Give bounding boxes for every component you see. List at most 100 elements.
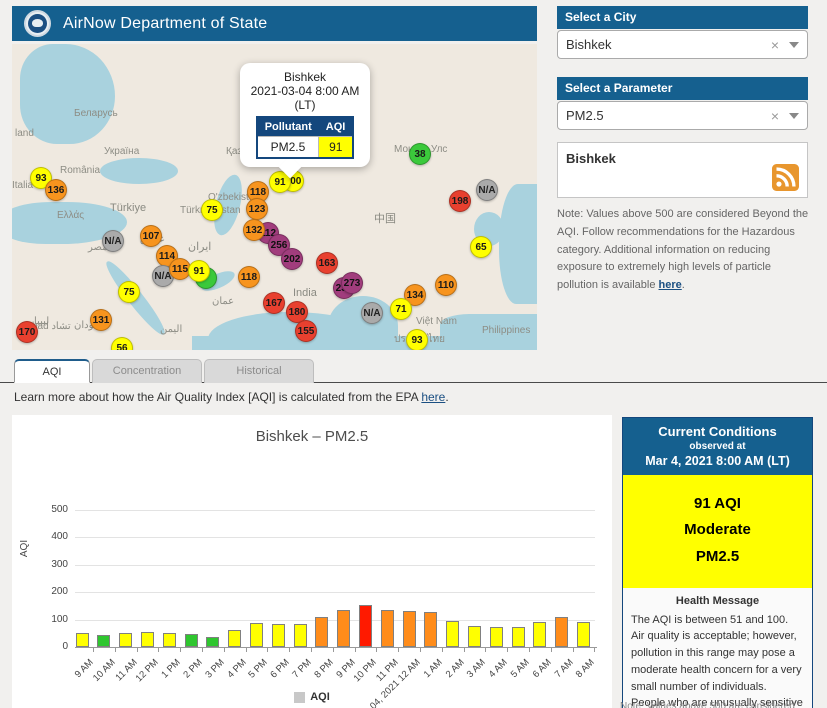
- tab-historical[interactable]: Historical: [204, 359, 314, 383]
- clear-parameter-icon[interactable]: ×: [771, 108, 779, 124]
- aqi-bar-3-am: [468, 626, 481, 647]
- aqi-bar-8-pm: [315, 617, 328, 647]
- map-marker-aqi[interactable]: 71: [390, 298, 412, 320]
- map-marker-aqi[interactable]: N/A: [476, 179, 498, 201]
- x-tick: [180, 648, 181, 652]
- aqi-bar-2-am: [446, 621, 459, 647]
- map-marker-aqi[interactable]: 75: [201, 199, 223, 221]
- x-tick: [246, 648, 247, 652]
- x-tick: [529, 648, 530, 652]
- x-tick: [398, 648, 399, 652]
- gridline: [75, 592, 595, 593]
- map-marker-aqi[interactable]: N/A: [361, 302, 383, 324]
- aqi-bar-1-pm: [163, 633, 176, 647]
- rss-icon[interactable]: [772, 164, 799, 191]
- map-marker-aqi[interactable]: 110: [435, 274, 457, 296]
- map-marker-aqi[interactable]: 65: [470, 236, 492, 258]
- map-marker-aqi[interactable]: 136: [45, 179, 67, 201]
- aqi-bar-7-am: [555, 617, 568, 647]
- clear-city-icon[interactable]: ×: [771, 37, 779, 53]
- aqi-bar-8-am: [577, 622, 590, 647]
- aqi-bar-chart: Bishkek – PM2.5 AQI 0100200300400500 9 A…: [12, 415, 612, 708]
- current-conditions-header: Current Conditions observed at Mar 4, 20…: [623, 418, 812, 475]
- aqi-bar-9-pm: [337, 610, 350, 647]
- health-message-title: Health Message: [631, 595, 804, 607]
- aqi-bar-6-am: [533, 622, 546, 647]
- cc-title: Current Conditions: [627, 424, 808, 439]
- map-marker-aqi[interactable]: 202: [281, 248, 303, 270]
- map-marker-aqi[interactable]: 131: [90, 309, 112, 331]
- map-place-label: Philippines: [482, 325, 530, 336]
- x-tick: [267, 648, 268, 652]
- aqi-bar-10-pm: [359, 605, 372, 647]
- view-tabs: AQIConcentrationHistorical: [14, 359, 314, 383]
- map-place-label: عمان: [212, 296, 234, 307]
- map-marker-aqi[interactable]: 118: [238, 266, 260, 288]
- popup-table: Pollutant AQI PM2.5 91: [256, 116, 355, 159]
- map-marker-aqi[interactable]: 75: [118, 281, 140, 303]
- water-baltic: [20, 44, 115, 144]
- y-tick-label: 300: [18, 559, 68, 570]
- x-tick: [376, 648, 377, 652]
- map-place-label: Україна: [104, 146, 139, 157]
- cc-category: Moderate: [627, 517, 808, 543]
- gridline: [75, 510, 595, 511]
- aqi-bar-2-pm: [185, 634, 198, 647]
- x-tick: [507, 648, 508, 652]
- map-marker-aqi[interactable]: 155: [295, 320, 317, 342]
- popup-datetime: 2021-03-04 8:00 AM: [246, 84, 364, 98]
- map-marker-aqi[interactable]: 170: [16, 321, 38, 343]
- city-select[interactable]: Bishkek ×: [557, 30, 808, 59]
- cc-aqi-value: 91 AQI: [627, 491, 808, 517]
- tab-concentration[interactable]: Concentration: [92, 359, 202, 383]
- map-marker-aqi[interactable]: 93: [406, 329, 428, 350]
- aqi-bar-4-pm: [228, 630, 241, 647]
- legend-swatch: [294, 692, 305, 703]
- x-tick: [355, 648, 356, 652]
- map-place-label: România: [60, 165, 100, 176]
- map-popup: Bishkek 2021-03-04 8:00 AM (LT) Pollutan…: [240, 63, 370, 167]
- aqi-bar-7-pm: [294, 624, 307, 647]
- aqi-bar-3-pm: [206, 637, 219, 647]
- parameter-select-value: PM2.5: [566, 108, 771, 123]
- learn-more-body: Learn more about how the Air Quality Ind…: [14, 390, 421, 404]
- chevron-down-icon[interactable]: [789, 113, 799, 119]
- parameter-select[interactable]: PM2.5 ×: [557, 101, 808, 130]
- map-marker-aqi[interactable]: N/A: [102, 230, 124, 252]
- map-marker-aqi[interactable]: 123: [246, 198, 268, 220]
- x-tick: [224, 648, 225, 652]
- map-marker-aqi[interactable]: 273: [341, 272, 363, 294]
- x-tick: [420, 648, 421, 652]
- water-black-sea: [100, 158, 178, 184]
- x-tick: [573, 648, 574, 652]
- chart-legend: AQI: [12, 691, 612, 703]
- epa-here-link[interactable]: here: [421, 390, 445, 404]
- learn-more-period: .: [445, 390, 448, 404]
- map-marker-aqi[interactable]: 38: [409, 143, 431, 165]
- gridline: [75, 565, 595, 566]
- map-marker-aqi[interactable]: 167: [263, 292, 285, 314]
- aqi-bar-5-am: [512, 627, 525, 647]
- map-marker-aqi[interactable]: 163: [316, 252, 338, 274]
- x-tick: [158, 648, 159, 652]
- map-marker-aqi[interactable]: 107: [140, 225, 162, 247]
- aqi-bar-4-am: [490, 627, 503, 647]
- y-tick-label: 400: [18, 531, 68, 542]
- map-marker-aqi[interactable]: 198: [449, 190, 471, 212]
- aqi-bar-1-am: [424, 612, 437, 647]
- tab-aqi[interactable]: AQI: [14, 359, 90, 383]
- map-marker-aqi[interactable]: 91: [188, 260, 210, 282]
- x-tick: [333, 648, 334, 652]
- beyond-aqi-note: Note: Values above 500 are considered Be…: [557, 206, 812, 295]
- aqi-map[interactable]: landБеларусьУкраїнаҚазаRomâniaItaliaTürk…: [12, 44, 537, 350]
- note-here-link[interactable]: here: [659, 279, 682, 291]
- y-tick-label: 0: [18, 641, 68, 652]
- popup-aqi-value: 91: [319, 137, 354, 159]
- popup-col-aqi: AQI: [319, 117, 354, 137]
- x-tick: [551, 648, 552, 652]
- health-message-text: The AQI is between 51 and 100. Air quali…: [631, 612, 804, 708]
- map-marker-aqi[interactable]: 132: [243, 219, 265, 241]
- x-tick: [311, 648, 312, 652]
- chevron-down-icon[interactable]: [789, 42, 799, 48]
- map-marker-aqi[interactable]: 56: [111, 337, 133, 350]
